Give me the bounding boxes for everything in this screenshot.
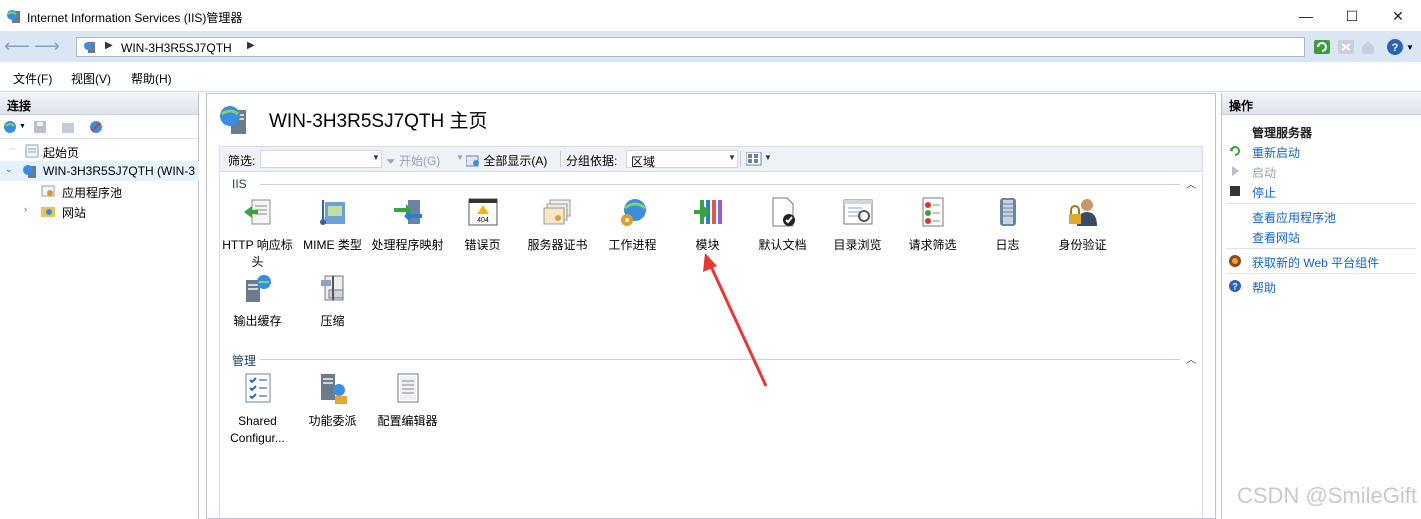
watermark: CSDN @SmileGift (1236, 483, 1417, 508)
annotation-arrow (703, 253, 768, 387)
